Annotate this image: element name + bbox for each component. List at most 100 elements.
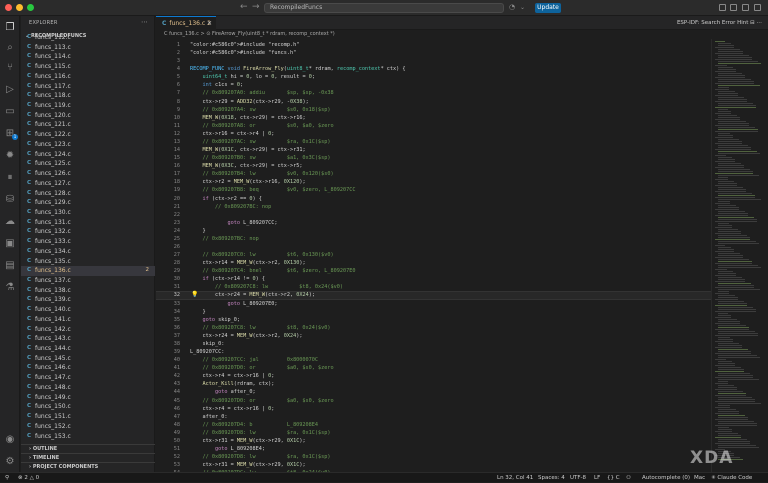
list-item[interactable]: Cfuncs_119.c xyxy=(21,101,155,111)
code-line[interactable]: // 0x809207AC: sw $ra, 0x1C($sp) xyxy=(190,139,330,145)
list-item[interactable]: Cfuncs_133.c xyxy=(21,237,155,247)
list-item[interactable]: Cfuncs_153.c xyxy=(21,432,155,442)
toggle-secondary-sidebar-icon[interactable] xyxy=(742,4,749,11)
list-item[interactable]: Cfuncs_113.c xyxy=(21,43,155,53)
code-line[interactable]: if (ctx->r14 != 0) { xyxy=(190,276,265,282)
list-item[interactable]: Cfuncs_115.c xyxy=(21,62,155,72)
database-icon[interactable]: ⛁ xyxy=(4,194,16,205)
code-line[interactable]: ctx->r24 = MEM_W(ctx->r2, 0X24); xyxy=(190,333,302,339)
customize-layout-icon[interactable] xyxy=(754,4,761,11)
code-line[interactable]: ctx->r4 = ctx->r16 | 0; xyxy=(190,373,274,379)
zoom-window-button[interactable] xyxy=(27,4,34,11)
code-line[interactable]: goto L_809207CC; xyxy=(190,220,277,226)
run-debug-icon[interactable]: ▷ xyxy=(4,84,16,95)
command-center[interactable]: RecompiledFuncs xyxy=(264,3,504,13)
code-line[interactable]: goto after_0; xyxy=(190,389,256,395)
code-line[interactable]: // 0x809207B0: sw $a1, 0x3C($sp) xyxy=(190,155,330,161)
list-item[interactable]: Cfuncs_129.c xyxy=(21,198,155,208)
list-item[interactable]: Cfuncs_112.c xyxy=(21,33,155,43)
list-item[interactable]: Cfuncs_148.c xyxy=(21,383,155,393)
code-line[interactable]: goto L_809208E4; xyxy=(190,446,265,452)
code-line[interactable]: // 0x809207D8: lw $ra, 0x1C($sp) xyxy=(190,430,330,436)
list-item[interactable]: Cfuncs_143.c xyxy=(21,334,155,344)
files-icon[interactable]: ❐ xyxy=(4,22,16,33)
terminal-icon[interactable]: ▤ xyxy=(4,260,16,271)
list-item[interactable]: Cfuncs_132.c xyxy=(21,227,155,237)
list-item[interactable]: Cfuncs_117.c xyxy=(21,82,155,92)
list-item[interactable]: Cfuncs_135.c xyxy=(21,257,155,267)
more-actions-icon[interactable]: ⋯ xyxy=(141,18,148,26)
list-item[interactable]: Cfuncs_124.c xyxy=(21,150,155,160)
code-line[interactable]: skip_0: xyxy=(190,341,224,347)
list-item[interactable]: Cfuncs_127.c xyxy=(21,179,155,189)
code-line[interactable]: // 0x809207A0: addiu $sp, $sp, -0x38 xyxy=(190,90,333,96)
outline-section[interactable]: › OUTLINE xyxy=(21,444,155,453)
code-line[interactable]: ctx->r29 = ADD32(ctx->r29, -0X38); xyxy=(190,99,308,105)
update-button[interactable]: Update xyxy=(535,3,561,13)
code-line[interactable]: // 0x809207C4: bnel $t6, $zero, L_809207… xyxy=(190,268,355,274)
minimap[interactable] xyxy=(711,39,768,472)
chevron-down-icon[interactable]: ⌄ xyxy=(520,2,525,13)
minimize-window-button[interactable] xyxy=(16,4,23,11)
list-item[interactable]: Cfuncs_147.c xyxy=(21,373,155,383)
list-item[interactable]: Cfuncs_125.c xyxy=(21,159,155,169)
list-item[interactable]: Cfuncs_152.c xyxy=(21,422,155,432)
code-line[interactable]: ctx->r14 = MEM_W(ctx->r2, 0X130); xyxy=(190,260,305,266)
list-item[interactable]: Cfuncs_120.c xyxy=(21,111,155,121)
more-icon[interactable]: ⋯ xyxy=(757,20,763,26)
code-line[interactable]: // 0x809207D8: lw $ra, 0x1C($sp) xyxy=(190,454,330,460)
code-line[interactable]: ctx->r31 = MEM_W(ctx->r29, 0X1C); xyxy=(190,438,305,444)
code-line[interactable]: ctx->r24 = MEM_W(ctx->r2, 0X24); xyxy=(190,292,315,298)
code-line[interactable]: MEM_W(0X1C, ctx->r29) = ctx->r31; xyxy=(190,147,306,153)
forward-arrow-icon[interactable]: → xyxy=(252,2,260,13)
search-icon[interactable]: ⌕ xyxy=(4,42,16,53)
list-item[interactable]: Cfuncs_149.c xyxy=(21,393,155,403)
code-line[interactable]: L_809207CC: xyxy=(190,349,224,355)
source-control-icon[interactable]: ⑂ xyxy=(4,62,16,73)
code-line[interactable]: RECOMP_FUNC void FireArrow_Fly(uint8_t* … xyxy=(190,66,406,72)
code-line[interactable]: MEM_W(0X18, ctx->r29) = ctx->r16; xyxy=(190,115,306,121)
code-line[interactable]: // 0x809207D0: or $a0, $s0, $zero xyxy=(190,365,333,371)
tab-funcs-136[interactable]: Cfuncs_136.c 2 ✕ xyxy=(156,16,216,30)
list-item[interactable]: Cfuncs_138.c xyxy=(21,286,155,296)
back-arrow-icon[interactable]: ← xyxy=(240,2,248,13)
code-line[interactable]: goto L_809207E0; xyxy=(190,301,277,307)
code-line[interactable]: "color:#c586c0">#include "recomp.h" xyxy=(190,42,299,48)
lightbulb-icon[interactable]: 💡 xyxy=(191,291,198,298)
code-line[interactable]: // 0x809207BC: nop xyxy=(190,236,258,242)
code-line[interactable]: if (ctx->r2 == 0) { xyxy=(190,196,262,202)
settings-icon[interactable]: ⚙ xyxy=(4,456,16,467)
remote-explorer-icon[interactable]: ▭ xyxy=(4,106,16,117)
code-line[interactable]: // 0x809207A4: sw $s0, 0x18($sp) xyxy=(190,107,330,113)
code-line[interactable]: Actor_Kill(rdram, ctx); xyxy=(190,381,275,387)
list-item[interactable]: Cfuncs_150.c xyxy=(21,402,155,412)
close-window-button[interactable] xyxy=(5,4,12,11)
code-line[interactable]: } xyxy=(190,228,205,234)
list-item[interactable]: Cfuncs_121.c xyxy=(21,120,155,130)
code-line[interactable]: // 0x809207D0: or $a0, $s0, $zero xyxy=(190,398,333,404)
list-item[interactable]: Cfuncs_134.c xyxy=(21,247,155,257)
list-item[interactable]: Cfuncs_142.c xyxy=(21,325,155,335)
list-item[interactable]: Cfuncs_141.c xyxy=(21,315,155,325)
list-item[interactable]: Cfuncs_123.c xyxy=(21,140,155,150)
list-item[interactable]: Cfuncs_140.c xyxy=(21,305,155,315)
breadcrumb[interactable]: C funcs_136.c > ⊙ FireArrow_Fly(uint8_t … xyxy=(156,30,711,39)
list-item[interactable]: Cfuncs_131.c xyxy=(21,218,155,228)
cloud-icon[interactable]: ☁ xyxy=(4,216,16,227)
code-line[interactable]: "color:#c586c0">#include "funcs.h" xyxy=(190,50,296,56)
esp-idf-hint[interactable]: ESP-IDF: Search Error Hint ⊟ ⋯ xyxy=(677,16,762,30)
code-line[interactable]: int c1cs = 0; xyxy=(190,82,244,88)
code-line[interactable]: ctx->r2 = MEM_W(ctx->r16, 0X120); xyxy=(190,179,305,185)
timeline-section[interactable]: › TIMELINE xyxy=(21,453,155,462)
project-components-section[interactable]: › PROJECT COMPONENTS xyxy=(21,462,155,471)
code-line[interactable]: // 0x809207B8: beq $v0, $zero, L_809207C… xyxy=(190,187,355,193)
account-icon[interactable]: ◉ xyxy=(4,434,16,445)
esp-idf-icon[interactable]: ✹ xyxy=(4,150,16,161)
list-item[interactable]: Cfuncs_137.c xyxy=(21,276,155,286)
list-item[interactable]: Cfuncs_146.c xyxy=(21,363,155,373)
list-item[interactable]: Cfuncs_122.c xyxy=(21,130,155,140)
code-line[interactable]: } xyxy=(190,309,205,315)
code-line[interactable]: // 0x809207C0: lw $t6, 0x130($v0) xyxy=(190,252,333,258)
code-line[interactable]: // 0x809207C8: lw $t8, 0x24($v0) xyxy=(190,325,330,331)
list-item[interactable]: Cfuncs_116.c xyxy=(21,72,155,82)
